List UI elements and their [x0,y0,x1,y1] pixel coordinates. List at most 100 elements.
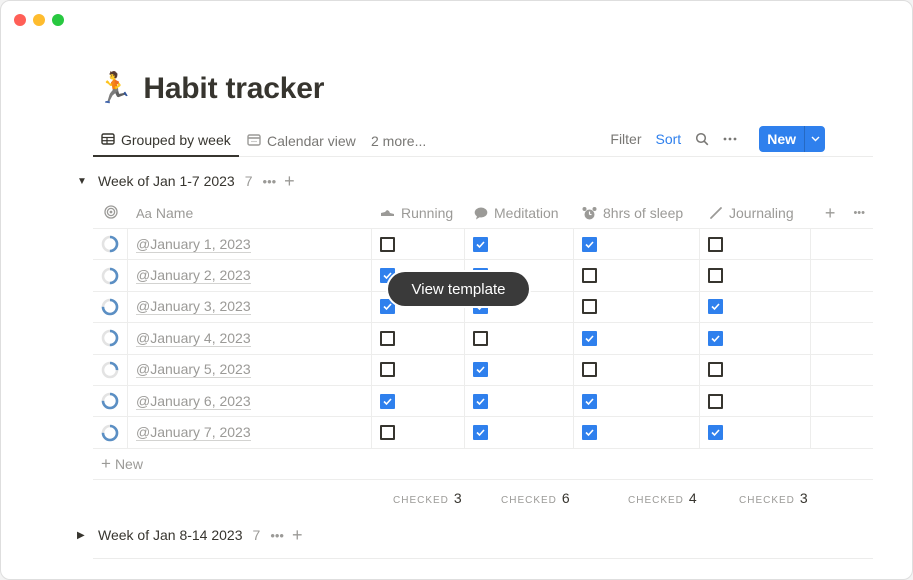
expand-triangle-icon[interactable]: ▶ [77,530,98,541]
group-count: 7 [252,527,261,543]
table-header-row: Aa Name Running Meditation 8hrs of sleep… [93,198,873,229]
date-mention[interactable]: @January 5, 2023 [136,361,251,379]
more-views-button[interactable]: 2 more... [371,125,426,157]
date-mention[interactable]: @January 1, 2023 [136,236,251,253]
name-cell[interactable]: @January 5, 2023 [128,354,372,385]
date-mention[interactable]: @January 4, 2023 [136,330,251,347]
page-title[interactable]: Habit tracker [143,72,324,106]
calc-sleep[interactable]: CHECKED 4 [628,490,697,506]
name-cell[interactable]: @January 6, 2023 [128,385,372,417]
running-column-header[interactable]: Running [372,198,465,228]
table-row[interactable]: @January 7, 2023 [93,417,873,449]
calc-value: 4 [688,490,697,506]
sleep-checkbox[interactable] [582,268,597,284]
sleep-checkbox[interactable] [582,393,597,409]
journaling-cell [700,354,811,385]
add-new-row-button[interactable]: + New [93,449,873,481]
search-icon[interactable] [695,132,709,146]
progress-ring-icon [101,392,119,410]
group-more-icon[interactable]: ••• [263,174,277,189]
journaling-checkbox[interactable] [708,299,723,315]
running-checkbox[interactable] [380,425,395,441]
view-actions: Filter Sort New [610,125,825,153]
progress-cell [93,385,128,417]
new-button[interactable]: New [759,126,825,152]
sleep-checkbox[interactable] [582,362,597,378]
tab-calendar-view[interactable]: Calendar view [247,125,356,157]
name-column-header[interactable]: Aa Name [128,198,372,228]
tab-grouped-by-week[interactable]: Grouped by week [93,125,239,157]
tab-label: Calendar view [267,133,356,149]
meditation-checkbox[interactable] [473,425,488,441]
running-checkbox[interactable] [380,362,395,378]
checkmark-icon [585,335,594,343]
date-mention[interactable]: @January 2, 2023 [136,267,251,285]
meditation-checkbox[interactable] [473,236,488,252]
journaling-checkbox[interactable] [708,393,723,409]
meditation-checkbox[interactable] [473,393,488,409]
journaling-column-label: Journaling [729,205,794,221]
date-mention[interactable]: @January 7, 2023 [136,424,251,442]
name-cell[interactable]: @January 1, 2023 [128,229,372,260]
collapse-triangle-icon[interactable]: ▼ [77,176,98,187]
journaling-column-header[interactable]: Journaling [700,198,811,228]
journaling-checkbox[interactable] [708,425,723,441]
calc-label: CHECKED [501,495,557,506]
calc-running[interactable]: CHECKED 3 [393,490,462,506]
group-more-icon[interactable]: ••• [270,528,284,543]
table-row[interactable]: @January 5, 2023 [93,354,873,386]
group-add-icon[interactable]: + [284,171,295,192]
meditation-cell [465,323,574,354]
view-bar: Grouped by week Calendar view 2 more... … [93,125,873,157]
group-name[interactable]: Week of Jan 8-14 2023 [98,527,243,543]
sleep-column-header[interactable]: 8hrs of sleep [574,198,700,228]
running-cell [372,229,465,260]
calc-journaling[interactable]: CHECKED 3 [739,490,808,506]
empty-cell [811,355,873,385]
close-window-button[interactable] [14,14,26,26]
name-cell[interactable]: @January 3, 2023 [128,291,372,323]
chevron-down-icon[interactable] [805,126,825,152]
table-row[interactable]: @January 4, 2023 [93,323,873,355]
running-cell [372,417,465,448]
sort-button[interactable]: Sort [656,131,682,147]
running-checkbox[interactable] [380,236,395,252]
calc-meditation[interactable]: CHECKED 6 [501,490,570,506]
new-button-label[interactable]: New [759,126,805,152]
checkmark-icon [711,335,720,343]
add-column-icon[interactable]: + [825,203,836,224]
sleep-checkbox[interactable] [582,330,597,346]
page-icon[interactable]: 🏃 [96,71,133,107]
group-name[interactable]: Week of Jan 1-7 2023 [98,173,235,189]
meditation-checkbox[interactable] [473,330,488,346]
group-add-icon[interactable]: + [292,525,303,546]
sleep-checkbox[interactable] [582,299,597,315]
name-cell[interactable]: @January 4, 2023 [128,323,372,354]
table-row[interactable]: @January 1, 2023 [93,229,873,261]
meditation-column-header[interactable]: Meditation [465,198,574,228]
date-mention[interactable]: @January 3, 2023 [136,298,251,316]
filter-button[interactable]: Filter [610,131,641,147]
sleep-checkbox[interactable] [582,425,597,441]
running-checkbox[interactable] [380,393,395,409]
name-cell[interactable]: @January 2, 2023 [128,260,372,291]
meditation-checkbox[interactable] [473,362,488,378]
column-more-icon[interactable]: ••• [853,207,865,219]
journaling-checkbox[interactable] [708,268,723,284]
running-checkbox[interactable] [380,330,395,346]
date-mention[interactable]: @January 6, 2023 [136,393,251,410]
empty-cell [811,417,873,447]
journaling-checkbox[interactable] [708,362,723,378]
target-icon [103,204,118,222]
minimize-window-button[interactable] [33,14,45,26]
journaling-cell [700,385,811,417]
more-icon[interactable] [723,137,737,141]
journaling-checkbox[interactable] [708,330,723,346]
table-row[interactable]: @January 6, 2023 [93,385,873,418]
sleep-checkbox[interactable] [582,236,597,252]
name-cell[interactable]: @January 7, 2023 [128,417,372,448]
maximize-window-button[interactable] [52,14,64,26]
progress-column-header[interactable] [93,198,128,228]
journaling-checkbox[interactable] [708,236,723,252]
view-template-tooltip[interactable]: View template [388,272,529,306]
